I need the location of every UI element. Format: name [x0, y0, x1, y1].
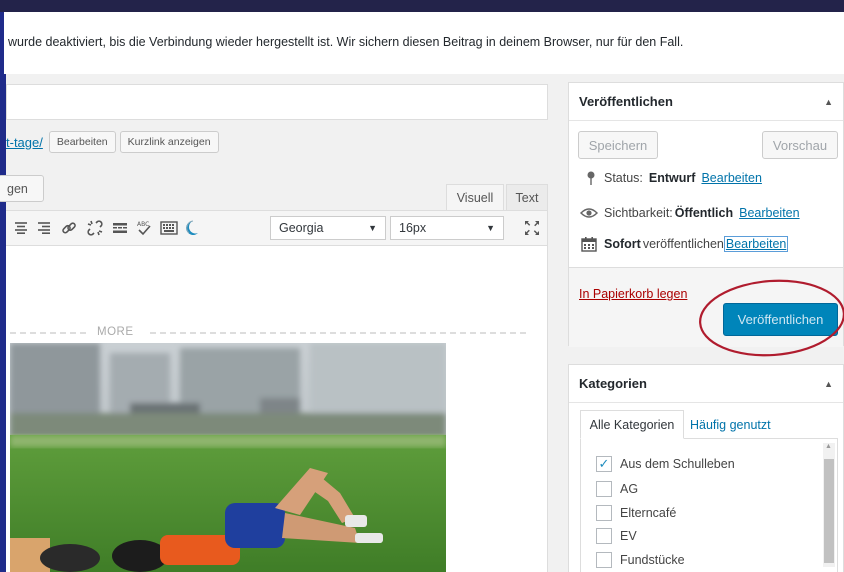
scroll-up-icon[interactable]: ▲ [825, 443, 832, 450]
tab-frequent-label: Häufig genutzt [690, 417, 771, 432]
category-item[interactable]: Fundstücke [596, 552, 685, 568]
categories-box-header[interactable]: Kategorien ▲ [569, 365, 843, 403]
chevron-down-icon: ▼ [368, 223, 377, 233]
top-bar [0, 0, 844, 12]
font-family-value: Georgia [279, 221, 324, 235]
unlink-icon[interactable] [85, 218, 105, 238]
schedule-row: Sofort veröffentlichen Bearbeiten [580, 236, 789, 252]
chevron-down-icon: ▼ [486, 223, 495, 233]
moon-icon[interactable] [183, 218, 203, 238]
spellcheck-icon[interactable]: ABC [134, 218, 154, 238]
preview-label: Vorschau [772, 137, 828, 153]
editor-toolbar: ABC Georgia ▼ 16px ▼ [6, 210, 548, 246]
tab-text-label: Text [515, 190, 539, 205]
font-size-select[interactable]: 16px ▼ [390, 216, 504, 240]
category-label: Elterncafé [620, 506, 677, 520]
fullscreen-icon[interactable] [522, 218, 542, 238]
align-center-icon[interactable] [11, 218, 31, 238]
move-to-trash-link[interactable]: In Papierkorb legen [579, 287, 687, 301]
permalink-edit-button[interactable]: Bearbeiten [48, 131, 116, 153]
eye-icon [580, 207, 598, 219]
checkbox[interactable] [596, 481, 612, 497]
schedule-edit-link[interactable]: Bearbeiten [723, 236, 789, 252]
categories-title: Kategorien [579, 376, 647, 391]
align-right-icon[interactable] [34, 218, 54, 238]
more-divider: MORE [0, 326, 535, 340]
category-label: Fundstücke [620, 553, 685, 567]
category-label: AG [620, 482, 639, 496]
category-item[interactable]: ✓ Aus dem Schulleben [596, 456, 735, 472]
more-divider-line [10, 332, 530, 334]
preview-button[interactable]: Vorschau [762, 131, 838, 159]
font-family-select[interactable]: Georgia ▼ [270, 216, 386, 240]
svg-text:ABC: ABC [137, 221, 149, 228]
tab-all-categories-label: Alle Kategorien [589, 417, 675, 432]
category-item[interactable]: Elterncafé [596, 505, 676, 521]
caret-up-icon[interactable]: ▲ [824, 97, 833, 107]
checkbox-checked[interactable]: ✓ [596, 456, 612, 472]
checkbox[interactable] [596, 528, 612, 544]
visibility-value: Öffentlich [674, 206, 734, 220]
tab-all-categories[interactable]: Alle Kategorien [580, 410, 684, 439]
category-label: EV [620, 529, 637, 543]
scrollbar-thumb[interactable] [824, 459, 834, 563]
tab-text[interactable]: Text [506, 184, 548, 210]
pin-icon [584, 171, 598, 185]
read-more-icon[interactable] [110, 218, 130, 238]
post-image-graphic [10, 343, 446, 572]
save-draft-label: Speichern [588, 137, 648, 153]
schedule-label: veröffentlichen [642, 237, 724, 251]
calendar-icon [580, 236, 598, 252]
font-size-value: 16px [399, 221, 427, 235]
caret-up-icon[interactable]: ▲ [824, 379, 833, 389]
save-draft-button[interactable]: Speichern [578, 131, 658, 159]
permalink-slug[interactable]: t-tage/ [6, 135, 43, 150]
category-item[interactable]: AG [596, 481, 638, 497]
visibility-edit-link[interactable]: Bearbeiten [739, 206, 799, 220]
shortlink-button[interactable]: Kurzlink anzeigen [119, 131, 219, 153]
tab-visual-label: Visuell [456, 190, 494, 205]
checkbox[interactable] [596, 552, 612, 568]
status-value: Entwurf [648, 171, 696, 185]
more-label: MORE [97, 326, 134, 338]
schedule-value: Sofort [604, 237, 641, 251]
category-label: Aus dem Schulleben [620, 457, 735, 471]
visibility-label: Sichtbarkeit: [604, 206, 673, 220]
link-icon[interactable] [59, 218, 79, 238]
visibility-row: Sichtbarkeit: Öffentlich Bearbeiten [580, 206, 800, 220]
connection-notice: wurde deaktiviert, bis die Verbindung wi… [0, 12, 844, 74]
category-item[interactable]: EV [596, 528, 637, 544]
post-image[interactable] [10, 343, 446, 572]
publish-box-header[interactable]: Veröffentlichen ▲ [569, 83, 843, 121]
highlight-ellipse [699, 279, 844, 357]
tab-visual[interactable]: Visuell [446, 184, 504, 210]
add-media-label: gen [7, 181, 28, 196]
checkbox[interactable] [596, 505, 612, 521]
publish-box-title: Veröffentlichen [579, 94, 673, 109]
add-media-button[interactable]: gen [0, 175, 44, 202]
keyboard-icon[interactable] [159, 218, 179, 238]
status-label: Status: [604, 171, 643, 185]
category-scrollbar[interactable]: ▲ [823, 443, 835, 567]
post-title-input[interactable] [6, 84, 548, 120]
status-row: Status: Entwurf Bearbeiten [584, 171, 762, 185]
status-edit-link[interactable]: Bearbeiten [701, 171, 761, 185]
notice-text: wurde deaktiviert, bis die Verbindung wi… [8, 35, 684, 49]
tab-frequent-categories[interactable]: Häufig genutzt [690, 410, 771, 439]
permalink-row: t-tage/ Bearbeiten Kurzlink anzeigen [6, 131, 219, 153]
